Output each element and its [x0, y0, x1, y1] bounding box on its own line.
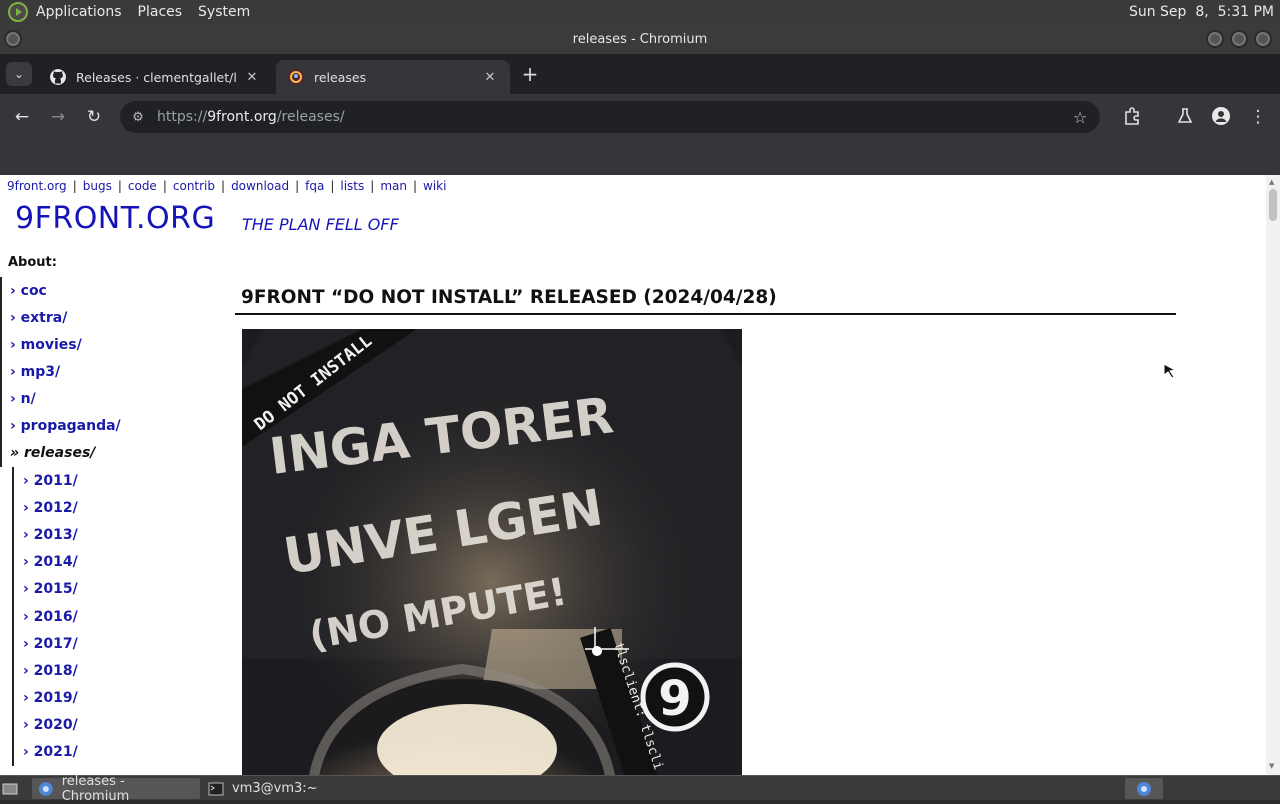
applications-menu[interactable]: Applications: [28, 0, 130, 24]
tab-releases-github[interactable]: Releases · clementgallet/libT ✕: [38, 60, 272, 94]
toolbar-spacer: [0, 140, 1280, 175]
nine-badge: 9: [658, 671, 691, 727]
close-tab-icon[interactable]: ✕: [482, 70, 498, 85]
task-label: vm3@vm3:~: [232, 781, 318, 796]
window-menu-button[interactable]: [4, 30, 22, 48]
sidebar-year-2011[interactable]: › 2011/: [12, 467, 220, 495]
distro-logo-icon[interactable]: [8, 2, 28, 22]
desktop-icon: [2, 783, 18, 794]
chromium-icon: [1137, 781, 1151, 796]
sidebar-year-2018[interactable]: › 2018/: [12, 657, 220, 685]
places-menu[interactable]: Places: [130, 0, 191, 24]
sidebar-item-releases[interactable]: » releases/: [0, 439, 220, 467]
title-divider: [235, 313, 1176, 315]
reload-icon[interactable]: ↻: [83, 106, 105, 128]
sidebar-year-2012[interactable]: › 2012/: [12, 494, 220, 522]
tab-strip: Releases · clementgallet/libT ✕ releases…: [0, 54, 1280, 94]
sidebar-year-2016[interactable]: › 2016/: [12, 602, 220, 631]
show-desktop-button[interactable]: [0, 778, 20, 799]
nav-link-download[interactable]: download: [231, 179, 289, 193]
scroll-up-icon[interactable]: ▲: [1269, 178, 1274, 186]
tab-search-chevron-icon[interactable]: ⌄: [6, 62, 32, 86]
task-terminal[interactable]: vm3@vm3:~: [202, 778, 370, 799]
sidebar-year-2019[interactable]: › 2019/: [12, 684, 220, 712]
bottom-taskbar: releases - Chromium vm3@vm3:~: [0, 774, 1280, 804]
sidebar-item-extra[interactable]: › extra/: [0, 304, 220, 331]
nav-link-fqa[interactable]: fqa: [305, 179, 324, 193]
mouse-pointer-icon: [1163, 363, 1177, 379]
nav-link-wiki[interactable]: wiki: [423, 179, 446, 193]
nav-link-bugs[interactable]: bugs: [83, 179, 112, 193]
sidebar-item-propaganda[interactable]: › propaganda/: [0, 412, 220, 439]
top-navigation: 9front.org | bugs | code | contrib | download | fq…: [7, 179, 447, 193]
terminal-icon: [208, 782, 224, 795]
window-titlebar[interactable]: releases - Chromium: [0, 24, 1280, 54]
sidebar-year-2013[interactable]: › 2013/: [12, 521, 220, 549]
sidebar-item-mp3[interactable]: › mp3/: [0, 358, 220, 385]
system-menu[interactable]: System: [190, 0, 258, 24]
scroll-down-icon[interactable]: ▼: [1269, 762, 1274, 770]
chromium-icon: [38, 781, 53, 796]
site-tagline: THE PLAN FELL OFF: [242, 215, 399, 234]
about-label: About:: [8, 255, 57, 270]
top-panel: Applications Places System Sun Sep 8, 5:…: [0, 0, 1280, 24]
sidebar-year-2021[interactable]: › 2021/: [12, 738, 220, 767]
site-info-icon[interactable]: ⚙: [120, 110, 156, 125]
tab-title: Releases · clementgallet/libT: [76, 69, 238, 85]
extensions-icon[interactable]: [1121, 106, 1143, 128]
address-bar[interactable]: ⚙ https://9front.org/releases/ ☆: [120, 101, 1100, 133]
nav-link-code[interactable]: code: [128, 179, 157, 193]
sidebar-year-2020[interactable]: › 2020/: [12, 711, 220, 739]
menu-kebab-icon[interactable]: ⋮: [1247, 106, 1269, 128]
nav-link-home[interactable]: 9front.org: [7, 179, 67, 193]
nav-link-man[interactable]: man: [380, 179, 407, 193]
scroll-thumb[interactable]: [1269, 189, 1277, 221]
nav-link-contrib[interactable]: contrib: [173, 179, 215, 193]
new-tab-icon[interactable]: +: [518, 64, 542, 84]
tab-releases[interactable]: releases ✕: [276, 60, 510, 94]
minimize-button[interactable]: [1206, 30, 1224, 48]
task-label: releases - Chromium: [61, 773, 130, 804]
bookmark-star-icon[interactable]: ☆: [1060, 108, 1100, 127]
profile-avatar-icon[interactable]: [1210, 106, 1232, 128]
url-text[interactable]: https://9front.org/releases/: [156, 109, 1060, 125]
sidebar-item-n[interactable]: › n/: [0, 385, 220, 412]
forward-icon[interactable]: →: [47, 106, 69, 128]
github-icon: [50, 69, 66, 85]
site-title[interactable]: 9FRONT.ORG: [15, 201, 215, 236]
release-photo: DO NOT INSTALL INGA TORER UNVE LGEN (NO …: [242, 329, 742, 775]
panel-clock[interactable]: Sun Sep 8, 5:31 PM: [1129, 4, 1280, 20]
9front-icon: [288, 69, 304, 85]
labs-flask-icon[interactable]: [1174, 106, 1196, 128]
sidebar-year-2017[interactable]: › 2017/: [12, 630, 220, 658]
sidebar-item-coc[interactable]: › coc: [0, 277, 220, 304]
page-scrollbar[interactable]: ▲ ▼: [1266, 175, 1280, 775]
page-viewport: 9front.org | bugs | code | contrib | download | fq…: [0, 175, 1280, 775]
workspace-switcher[interactable]: [1125, 778, 1163, 799]
task-chromium[interactable]: releases - Chromium: [32, 774, 200, 804]
post-title: 9FRONT “DO NOT INSTALL” RELEASED (2024/0…: [241, 287, 777, 308]
sidebar-year-2015[interactable]: › 2015/: [12, 575, 220, 603]
close-window-button[interactable]: [1254, 30, 1272, 48]
sidebar-year-2014[interactable]: › 2014/: [12, 548, 220, 576]
maximize-button[interactable]: [1230, 30, 1248, 48]
tab-title: releases: [314, 69, 367, 85]
window-title: releases - Chromium: [572, 31, 708, 47]
back-icon[interactable]: ←: [11, 106, 33, 128]
close-tab-icon[interactable]: ✕: [244, 70, 260, 85]
side-navigation: › coc › extra/ › movies/ › mp3/ › n/ › p…: [0, 277, 220, 767]
nav-link-lists[interactable]: lists: [340, 179, 364, 193]
sidebar-item-movies[interactable]: › movies/: [0, 331, 220, 358]
browser-toolbar: ← → ↻ ⚙ https://9front.org/releases/ ☆ ⋮: [0, 94, 1280, 140]
